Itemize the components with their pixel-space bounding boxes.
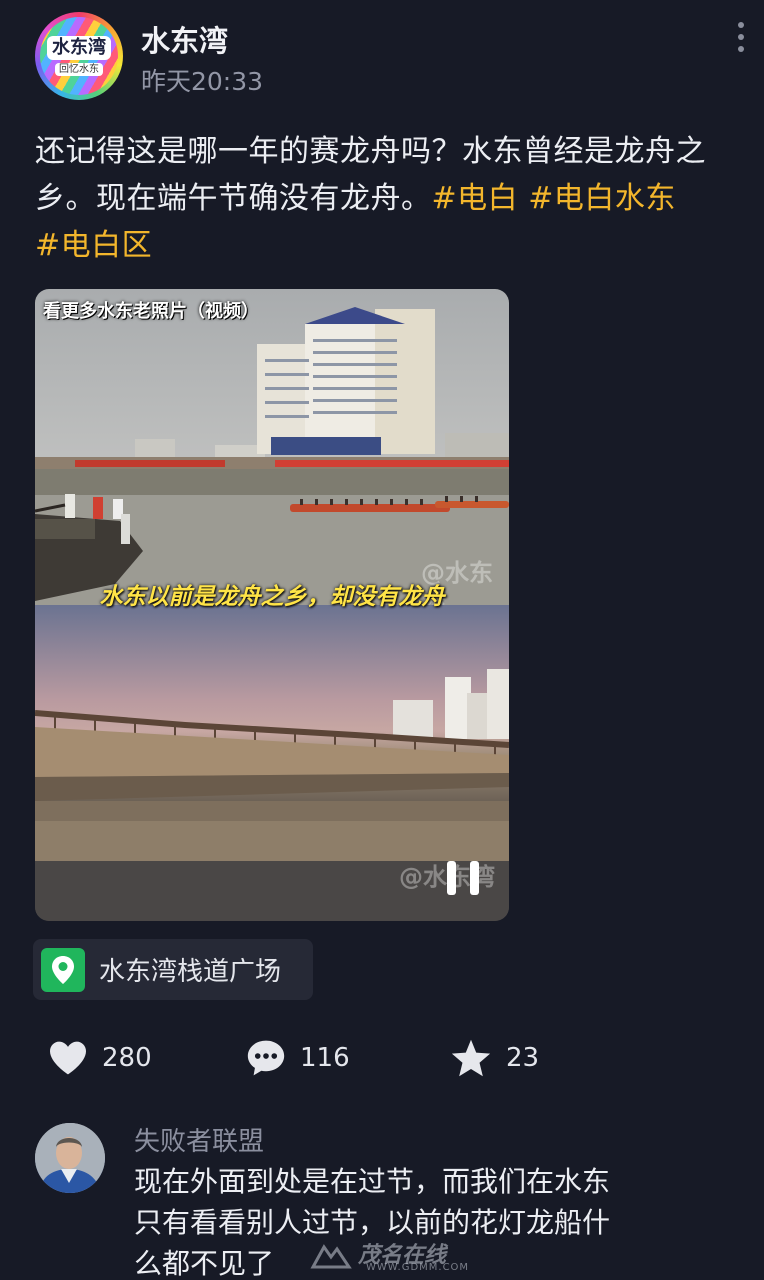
site-logo-icon [310, 1244, 352, 1269]
commenter-avatar[interactable] [35, 1123, 105, 1193]
avatar-logo: 水东湾 回忆水东 [40, 17, 118, 95]
comment-button[interactable]: 116 [246, 1036, 350, 1080]
avatar-logo-text: 水东湾 [47, 36, 111, 60]
favorite-count: 23 [506, 1043, 540, 1073]
post-text: 还记得这是哪一年的赛龙舟吗？水东曾经是龙舟之乡。现在端午节确没有龙舟。#电白 #… [35, 128, 750, 269]
site-watermark: 茂名在线 WWW.GDMM.COM [310, 1236, 500, 1276]
hashtag-link[interactable]: #电白水东 [528, 181, 676, 216]
video-frame-waterfront-boardwalk: @水东湾 [35, 605, 509, 921]
site-watermark-url: WWW.GDMM.COM [366, 1262, 470, 1273]
person-photo [35, 1123, 105, 1193]
comment-count: 116 [300, 1043, 350, 1073]
location-name: 水东湾栈道广场 [99, 957, 282, 987]
post-timestamp: 昨天20:33 [141, 67, 264, 96]
comment-bubble-icon [247, 1040, 285, 1076]
hashtag-link[interactable]: #电白区 [35, 228, 152, 263]
favorite-button[interactable]: 23 [450, 1036, 539, 1080]
video-player[interactable]: 看更多水东老照片（视频） @水东湾 [35, 289, 509, 921]
location-tag[interactable]: 水东湾栈道广场 [33, 939, 313, 1000]
video-frame-dragon-boat-race: 看更多水东老照片（视频） @水东湾 [35, 289, 509, 605]
star-icon [451, 1039, 491, 1077]
heart-icon [50, 1041, 86, 1075]
author-avatar[interactable]: 水东湾 回忆水东 [35, 12, 123, 100]
commenter-name[interactable]: 失败者联盟 [134, 1121, 264, 1158]
pause-button[interactable] [447, 861, 479, 895]
video-overlay-title: 看更多水东老照片（视频） [43, 301, 259, 322]
author-name[interactable]: 水东湾 [141, 18, 228, 60]
like-count: 280 [102, 1043, 152, 1073]
avatar-logo-subtext: 回忆水东 [55, 63, 103, 76]
hashtag-link[interactable]: #电白 [432, 181, 519, 216]
more-options-icon[interactable] [728, 20, 754, 54]
like-button[interactable]: 280 [48, 1036, 152, 1080]
video-subtitle: 水东以前是龙舟之乡，却没有龙舟 [99, 584, 445, 610]
map-pin-icon [41, 947, 85, 992]
